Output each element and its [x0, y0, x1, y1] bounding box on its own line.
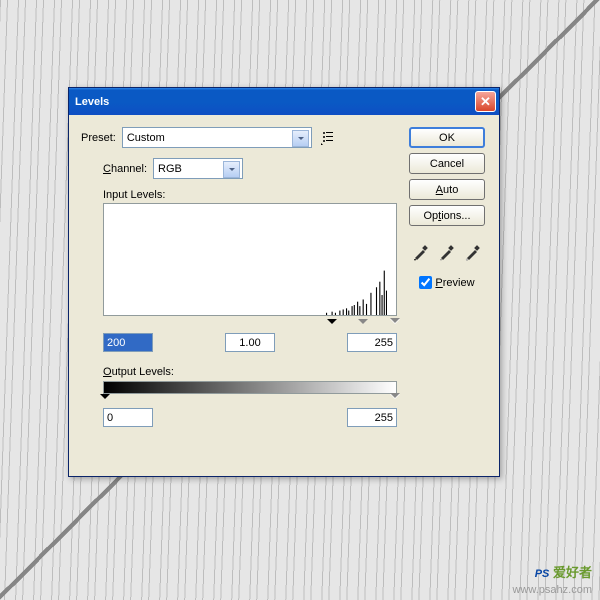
output-black-slider[interactable] [100, 394, 110, 404]
watermark-logo: PS 爱好者 [535, 561, 592, 582]
ok-button[interactable]: OK [409, 127, 485, 148]
gray-eyedropper-icon[interactable] [438, 243, 456, 261]
cancel-button[interactable]: Cancel [409, 153, 485, 174]
titlebar[interactable]: Levels ✕ [69, 88, 499, 115]
input-levels-label: Input Levels: [103, 189, 391, 201]
black-point-input[interactable] [103, 333, 153, 352]
output-gradient [103, 381, 397, 394]
preview-label: Preview [435, 277, 474, 289]
white-point-input[interactable] [347, 333, 397, 352]
watermark-url: www.psahz.com [513, 584, 592, 596]
gamma-input[interactable] [225, 333, 275, 352]
output-white-input[interactable] [347, 408, 397, 427]
channel-label: Channel: [103, 163, 147, 175]
close-icon[interactable]: ✕ [475, 91, 496, 112]
output-white-slider[interactable] [390, 394, 400, 404]
preset-select[interactable]: Custom [122, 127, 312, 148]
output-levels-label: Output Levels: [103, 366, 391, 378]
channel-select[interactable]: RGB [153, 158, 243, 179]
auto-button[interactable]: Auto [409, 179, 485, 200]
output-black-input[interactable] [103, 408, 153, 427]
black-eyedropper-icon[interactable] [412, 243, 430, 261]
options-button[interactable]: Options... [409, 205, 485, 226]
preset-menu-icon[interactable] [320, 131, 334, 145]
preview-checkbox-input[interactable] [419, 276, 432, 289]
white-eyedropper-icon[interactable] [464, 243, 482, 261]
preset-label: Preset: [81, 132, 116, 144]
channel-value: RGB [158, 163, 182, 175]
output-sliders[interactable] [105, 394, 395, 404]
black-point-slider[interactable] [327, 319, 337, 329]
dialog-title: Levels [75, 96, 475, 108]
histogram [103, 203, 397, 316]
histogram-chart [104, 204, 387, 315]
levels-dialog: Levels ✕ Preset: Custom Channel: RGB Inp… [68, 87, 500, 477]
preset-value: Custom [127, 132, 165, 144]
preview-checkbox[interactable]: Preview [419, 276, 474, 289]
gamma-slider[interactable] [358, 319, 368, 329]
white-point-slider[interactable] [390, 319, 400, 329]
input-sliders[interactable] [105, 319, 395, 329]
